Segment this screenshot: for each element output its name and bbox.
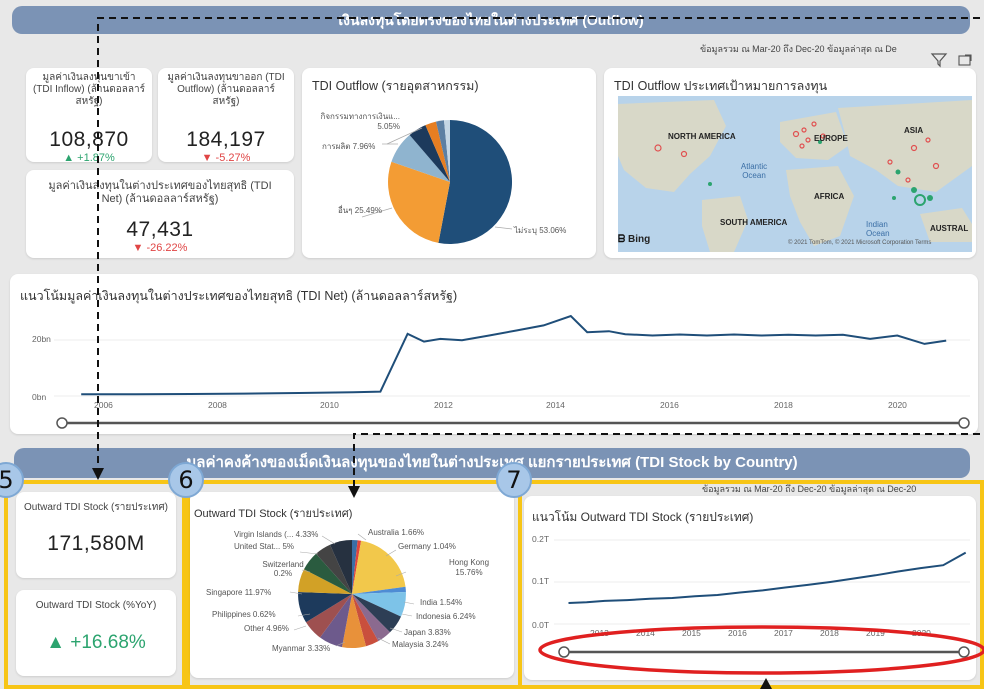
- map-label-asia: ASIA: [904, 126, 924, 135]
- map-label-africa: AFRICA: [814, 192, 845, 201]
- industry-pie-label-others: อื่นๆ 25.49%: [338, 206, 382, 215]
- stock-kpi-label: Outward TDI Stock (รายประเทศ): [23, 502, 169, 513]
- kpi-outflow-card: มูลค่าเงินลงทุนขาออก (TDI Outflow) (ล้าน…: [158, 68, 294, 162]
- stock-kpi-value: 171,580M: [47, 532, 145, 555]
- country-pie-label-myanmar: Myanmar 3.33%: [272, 644, 331, 653]
- country-pie-label-australia: Australia 1.66%: [368, 528, 425, 537]
- stock-kpi-card: Outward TDI Stock (รายประเทศ) 171,580M: [16, 492, 176, 578]
- world-map[interactable]: [618, 96, 972, 252]
- net-trend-card: แนวโน้มมูลค่าเงินลงทุนในต่างประเทศของไทย…: [10, 274, 978, 434]
- kpi-inflow-delta: ▲ +1.87%: [63, 152, 115, 162]
- stock-banner-title: มูลค่าคงค้างของเม็ดเงินลงทุนของไทยในต่าง…: [186, 454, 798, 471]
- net-range-slider-handle-right: [958, 417, 970, 429]
- kpi-outflow-value: 184,197: [186, 128, 266, 151]
- kpi-net-label: มูลค่าเงินลงทุนในต่างประเทศของไทยสุทธิ (…: [48, 180, 272, 205]
- country-pie-label-hongkong: Hong Kong 15.76%: [448, 558, 490, 577]
- stock-series-line: [568, 551, 967, 604]
- country-pie-label-germany: Germany 1.04%: [398, 542, 456, 551]
- stock-range-slider-handle-left: [558, 646, 570, 658]
- country-pie-label-indonesia: Indonesia 6.24%: [416, 612, 476, 621]
- filter-icon[interactable]: [930, 52, 948, 68]
- country-pie-card: Outward TDI Stock (รายประเทศ) Virgin Isl…: [190, 492, 514, 678]
- map-title: TDI Outflow ประเทศเป้าหมายการลงทุน: [614, 79, 828, 93]
- country-pie-chart[interactable]: [190, 492, 514, 678]
- kpi-inflow-value: 108,870: [49, 128, 129, 151]
- stock-yoy-label: Outward TDI Stock (%YoY): [35, 600, 157, 611]
- annotation-number-6: 6: [168, 462, 204, 498]
- kpi-net-card: มูลค่าเงินลงทุนในต่างประเทศของไทยสุทธิ (…: [26, 170, 294, 258]
- country-pie-label-india: India 1.54%: [420, 598, 463, 607]
- annotation-number-6-label: 6: [178, 466, 194, 494]
- map-card: TDI Outflow ประเทศเป้าหมายการลงทุน NORTH…: [604, 68, 976, 258]
- stock-yoy-card: Outward TDI Stock (%YoY) ▲ +16.68%: [16, 590, 176, 676]
- map-label-indian-ocean: Indian Ocean: [866, 220, 890, 238]
- map-label-south-america: SOUTH AMERICA: [720, 218, 788, 227]
- kpi-net-delta: ▼ -26.22%: [132, 242, 188, 254]
- map-label-austral: AUSTRAL: [930, 224, 969, 233]
- industry-pie-label-manufacturing: การผลิต 7.96%: [322, 142, 376, 151]
- outflow-banner-title: เงินลงทุนโดยตรงของไทยในต่างประเทศ (Outfl…: [338, 12, 644, 28]
- stock-date-info: ข้อมูลรวม ณ Mar-20 ถึง Dec-20 ข้อมูลล่าส…: [702, 484, 917, 494]
- country-pie-label-virgin: Virgin Islands (... 4.33%: [234, 530, 319, 539]
- net-trend-line-chart[interactable]: [10, 274, 978, 434]
- country-pie-label-us: United Stat... 5%: [234, 542, 295, 551]
- stock-trend-line-chart[interactable]: [524, 496, 976, 680]
- map-label-atlantic: Atlantic Ocean: [740, 162, 768, 180]
- country-pie-label-other: Other 4.96%: [244, 624, 289, 633]
- map-label-europe: EUROPE: [814, 134, 848, 143]
- stock-banner: มูลค่าคงค้างของเม็ดเงินลงทุนของไทยในต่าง…: [14, 448, 970, 478]
- kpi-outflow-delta: ▼ -5.27%: [201, 152, 251, 162]
- outflow-banner: เงินลงทุนโดยตรงของไทยในต่างประเทศ (Outfl…: [12, 6, 970, 34]
- annotation-number-5-label: 5: [0, 466, 14, 494]
- kpi-inflow-card: มูลค่าเงินลงทุนขาเข้า (TDI Inflow) (ล้าน…: [26, 68, 152, 162]
- country-pie-label-switzerland: Switzerland 0.2%: [262, 560, 304, 578]
- country-pie-label-malaysia: Malaysia 3.24%: [392, 640, 449, 649]
- industry-pie-label-finance: กิจกรรมทางการเงินแ... 5.05%: [320, 112, 400, 131]
- industry-pie-card: TDI Outflow (รายอุตสาหกรรม) กิจกรรมทางกา…: [302, 68, 596, 258]
- map-label-north-america: NORTH AMERICA: [668, 132, 736, 141]
- annotation-number-7: 7: [496, 462, 532, 498]
- country-pie-label-japan: Japan 3.83%: [404, 628, 451, 637]
- kpi-outflow-label: มูลค่าเงินลงทุนขาออก (TDI Outflow) (ล้าน…: [167, 72, 285, 107]
- net-range-slider-handle-left: [56, 417, 68, 429]
- date-info: ข้อมูลรวม ณ Mar-20 ถึง Dec-20 ข้อมูลล่าส…: [700, 44, 897, 54]
- map-copyright: © 2021 TomTom, © 2021 Microsoft Corporat…: [788, 240, 932, 246]
- bing-label: Bing: [628, 234, 651, 245]
- net-series-line: [81, 314, 947, 396]
- country-pie-label-singapore: Singapore 11.97%: [206, 588, 272, 597]
- focus-mode-icon[interactable]: [956, 52, 974, 68]
- stock-range-slider-handle-right: [958, 646, 970, 658]
- kpi-inflow-label: มูลค่าเงินลงทุนขาเข้า (TDI Inflow) (ล้าน…: [32, 72, 146, 107]
- stock-trend-card: แนวโน้ม Outward TDI Stock (รายประเทศ) 0.…: [524, 496, 976, 680]
- country-pie-label-philippines: Philippines 0.62%: [212, 610, 276, 619]
- stock-yoy-value: ▲ +16.68%: [46, 632, 146, 653]
- bing-logo: ᗷ Bing: [618, 234, 651, 245]
- industry-pie-label-unspecified: ไม่ระบุ 53.06%: [514, 226, 567, 235]
- annotation-number-7-label: 7: [506, 466, 522, 494]
- kpi-net-value: 47,431: [126, 218, 194, 241]
